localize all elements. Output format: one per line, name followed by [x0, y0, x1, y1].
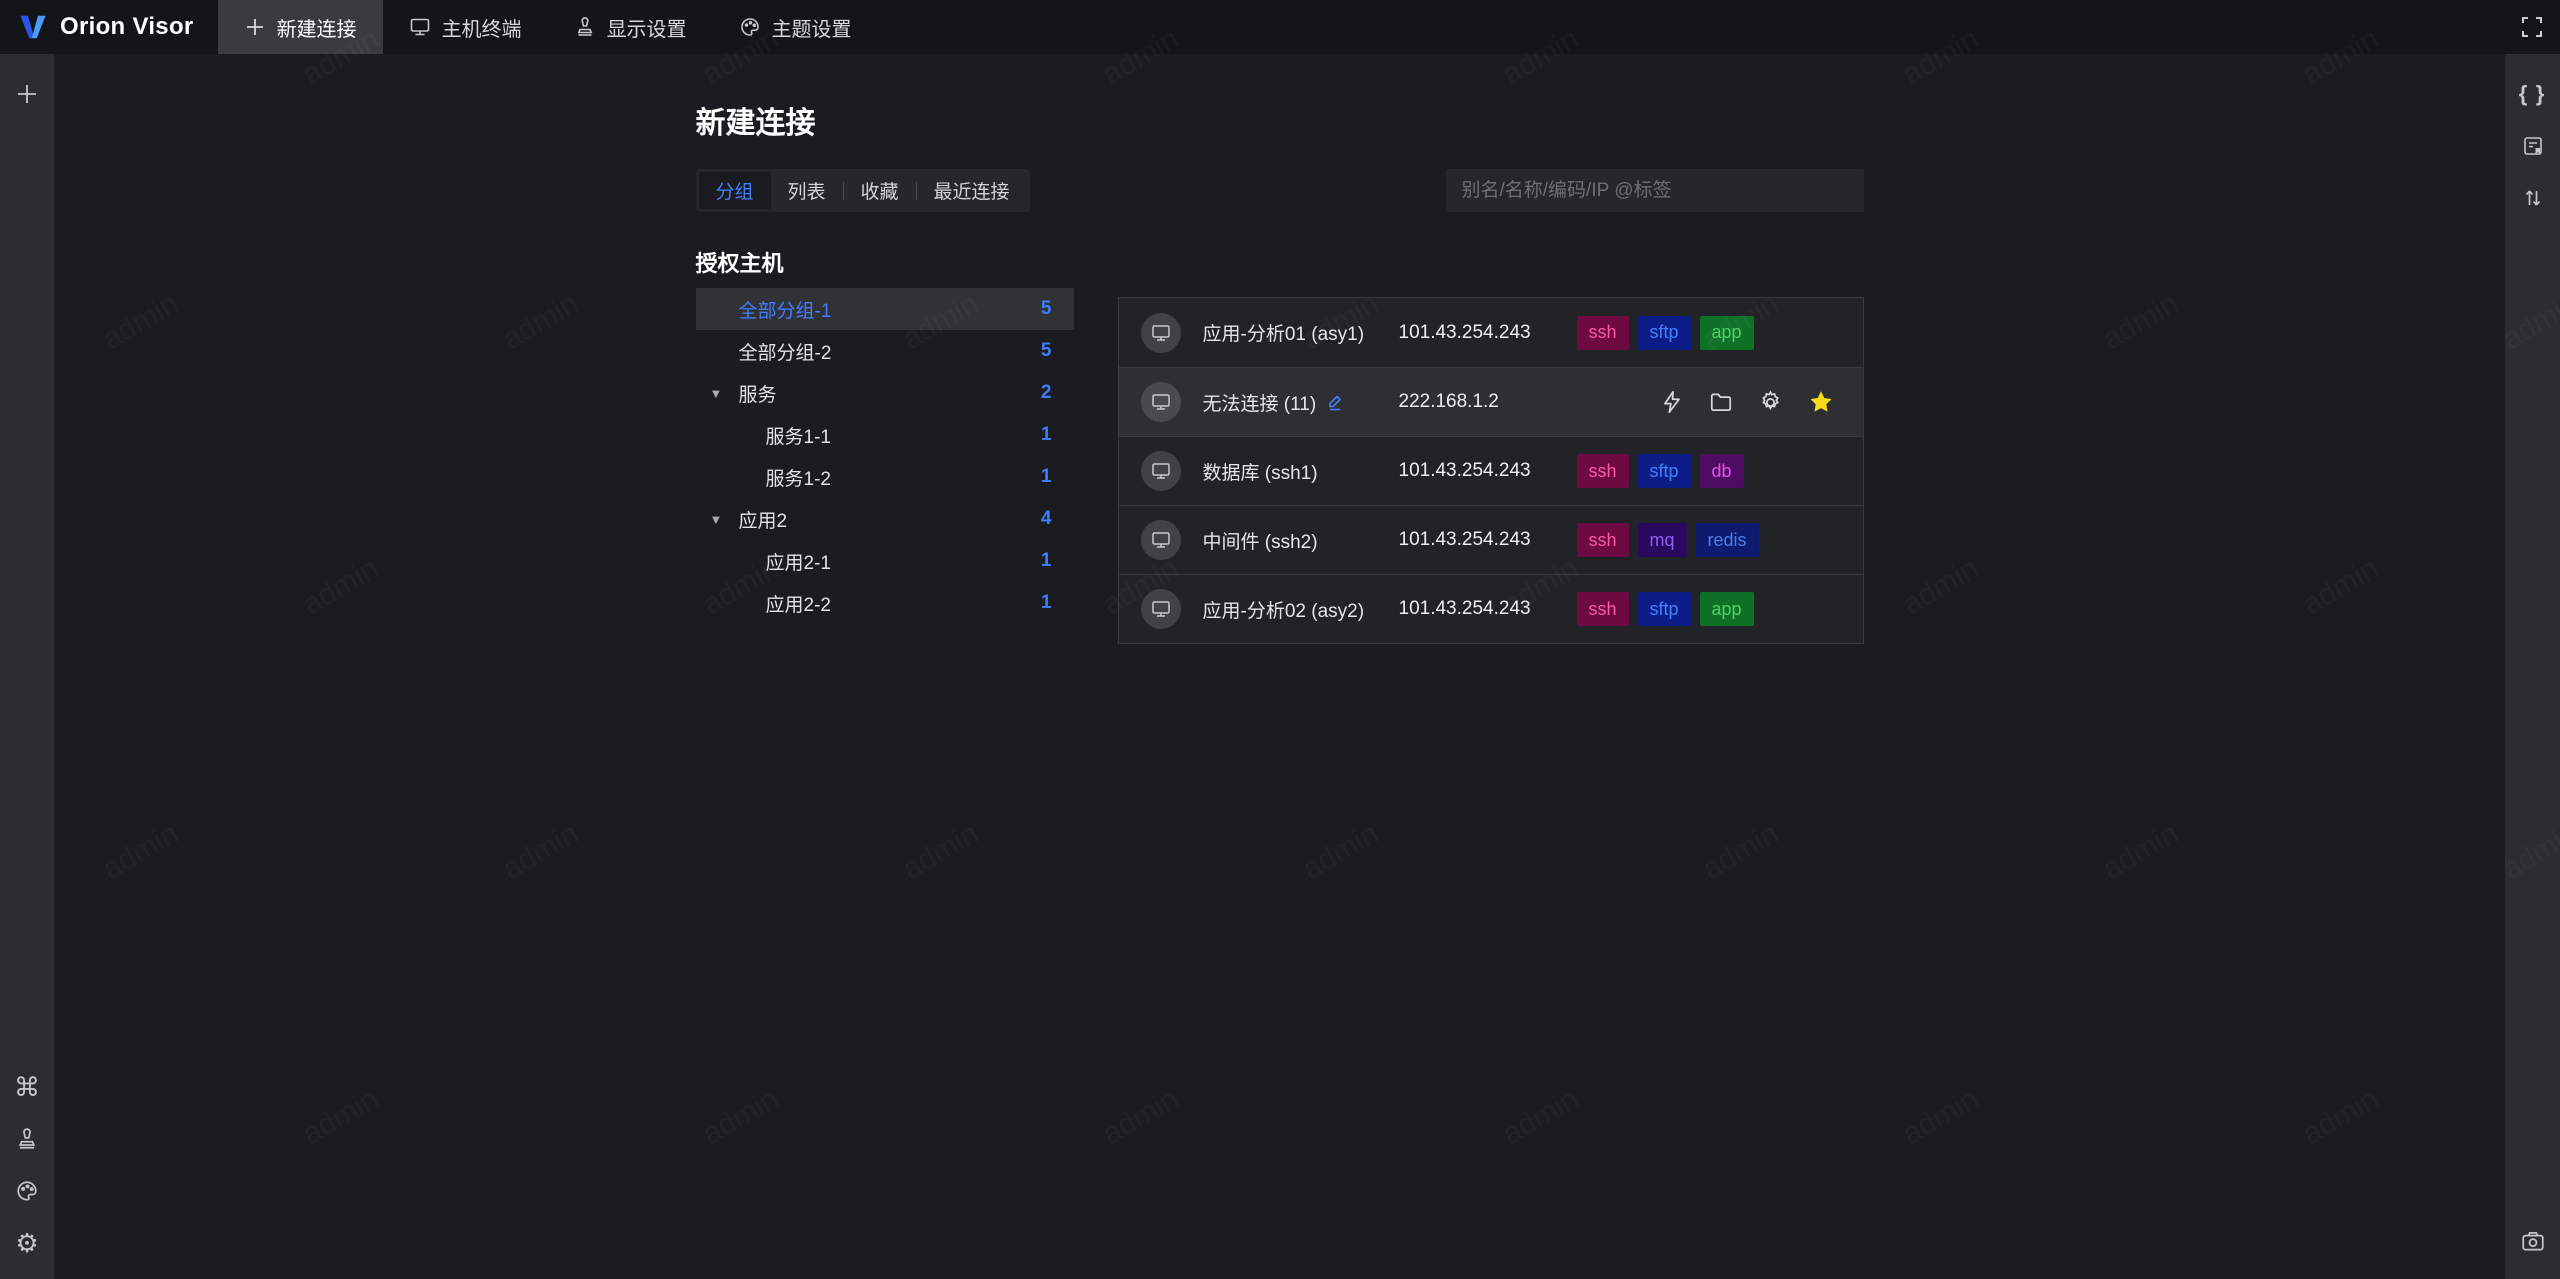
tree-item-all-group-2[interactable]: 全部分组-2 5 [696, 330, 1074, 372]
host-count-badge: 1 [1040, 592, 1052, 613]
host-ip: 101.43.254.243 [1398, 529, 1531, 550]
tree-item-services[interactable]: ▼ 服务 2 [696, 372, 1074, 414]
gear-icon[interactable] [1757, 389, 1784, 416]
host-avatar [1140, 520, 1181, 560]
view-tab-list[interactable]: 列表 [771, 172, 843, 209]
tag-ssh: ssh [1576, 315, 1629, 350]
terminal-monitor-icon [409, 16, 431, 38]
host-name: 数据库 (ssh1) [1202, 462, 1318, 484]
stamp-icon [574, 16, 596, 38]
bookmark-doc-icon[interactable] [2506, 120, 2560, 172]
host-count-badge: 5 [1040, 298, 1052, 319]
view-tab-favorites[interactable]: 收藏 [844, 172, 916, 209]
tree-item-app2-2[interactable]: 应用2-2 1 [696, 582, 1074, 624]
host-ip: 101.43.254.243 [1398, 598, 1531, 619]
host-count-badge: 2 [1040, 382, 1052, 403]
edit-pencil-icon[interactable] [1325, 392, 1345, 412]
host-row[interactable]: 应用-分析01 (asy1) 101.43.254.243 ssh sftp a… [1118, 298, 1863, 367]
tree-item-app2[interactable]: ▼ 应用2 4 [696, 498, 1074, 540]
favorite-star-icon[interactable] [1807, 388, 1835, 416]
host-ip: 101.43.254.243 [1398, 460, 1531, 481]
tag-redis: redis [1695, 523, 1759, 557]
tag-sftp: sftp [1637, 454, 1691, 488]
tab-host-terminal[interactable]: 主机终端 [383, 0, 548, 54]
tag-mq: mq [1637, 523, 1687, 557]
tab-new-connection[interactable]: 新建连接 [217, 0, 383, 54]
main-content: 新建连接 分组 列表 收藏 最近连接 授权主机 全部分组-1 5 全部分 [54, 54, 2505, 1279]
tag-ssh: ssh [1576, 592, 1629, 626]
app-logo: Orion Visor [0, 0, 218, 54]
host-avatar [1140, 589, 1181, 629]
tree-item-app2-1[interactable]: 应用2-1 1 [696, 540, 1074, 582]
host-count-badge: 4 [1040, 508, 1052, 529]
search-input[interactable] [1445, 169, 1864, 212]
host-name: 应用-分析01 (asy1) [1202, 324, 1365, 345]
tree-item-service-1-1[interactable]: 服务1-1 1 [696, 414, 1074, 456]
group-tree: 全部分组-1 5 全部分组-2 5 ▼ 服务 2 服务1-1 1 服务1-2 1… [695, 288, 1074, 624]
add-plus-icon[interactable] [0, 68, 54, 120]
host-name: 应用-分析02 (asy2) [1202, 600, 1365, 622]
host-count-badge: 1 [1040, 466, 1052, 487]
tag-app: app [1699, 592, 1754, 626]
command-icon[interactable]: ⌘ [0, 1061, 54, 1113]
tag-db: db [1699, 454, 1744, 488]
right-sidebar: { } [2505, 54, 2560, 1279]
view-mode-tabs: 分组 列表 收藏 最近连接 [695, 169, 1030, 212]
host-count-badge: 5 [1040, 340, 1052, 361]
gear-icon[interactable]: ⚙ [0, 1217, 54, 1269]
host-avatar [1140, 382, 1181, 422]
tree-item-service-1-2[interactable]: 服务1-2 1 [696, 456, 1074, 498]
connect-bolt-icon[interactable] [1659, 389, 1685, 415]
host-ip: 101.43.254.243 [1398, 321, 1531, 343]
tree-item-all-group-1[interactable]: 全部分组-1 5 [695, 288, 1074, 330]
tag-sftp: sftp [1637, 315, 1691, 350]
chevron-down-icon[interactable]: ▼ [710, 512, 723, 527]
tag-app: app [1699, 315, 1754, 350]
plus-icon [244, 16, 266, 38]
fullscreen-icon[interactable] [2504, 0, 2560, 54]
tag-sftp: sftp [1637, 592, 1691, 626]
host-row[interactable]: 中间件 (ssh2) 101.43.254.243 ssh mq redis [1118, 505, 1863, 574]
host-count-badge: 1 [1040, 550, 1052, 571]
stamp-icon[interactable] [0, 1113, 54, 1165]
tag-ssh: ssh [1576, 523, 1629, 557]
chevron-down-icon[interactable]: ▼ [710, 386, 723, 401]
host-avatar [1140, 451, 1181, 491]
host-row[interactable]: 应用-分析02 (asy2) 101.43.254.243 ssh sftp a… [1118, 574, 1863, 643]
host-name: 无法连接 (11) [1203, 389, 1399, 416]
tab-theme-settings[interactable]: 主题设置 [713, 0, 878, 54]
host-ip: 222.168.1.2 [1398, 391, 1499, 412]
orion-visor-logo-icon [18, 12, 48, 42]
camera-icon[interactable] [2506, 1215, 2560, 1267]
tab-display-settings[interactable]: 显示设置 [548, 0, 713, 54]
tag-ssh: ssh [1576, 454, 1629, 488]
braces-json-icon[interactable]: { } [2506, 68, 2560, 120]
palette-icon[interactable] [0, 1165, 54, 1217]
host-count-badge: 1 [1040, 424, 1052, 445]
folder-icon[interactable] [1708, 389, 1734, 415]
sort-arrows-icon[interactable] [2506, 172, 2560, 224]
host-name: 中间件 (ssh2) [1202, 531, 1318, 553]
top-bar: Orion Visor 新建连接 主机终端 显示设置 主题设置 [0, 0, 2560, 54]
view-tab-recent[interactable]: 最近连接 [917, 172, 1027, 209]
host-row[interactable]: 数据库 (ssh1) 101.43.254.243 ssh sftp db [1118, 436, 1863, 505]
section-title-authorized-hosts: 授权主机 [695, 251, 784, 276]
app-title: Orion Visor [60, 13, 194, 40]
host-list: 应用-分析01 (asy1) 101.43.254.243 ssh sftp a… [1117, 297, 1864, 644]
left-sidebar: ⌘ ⚙ [0, 54, 54, 1279]
host-avatar [1140, 312, 1181, 353]
host-row-hovered[interactable]: 无法连接 (11) 222.168.1.2 [1118, 367, 1863, 436]
host-actions [1659, 388, 1863, 416]
view-tab-group[interactable]: 分组 [698, 172, 771, 209]
page-title: 新建连接 [695, 107, 816, 140]
palette-icon [739, 16, 761, 38]
